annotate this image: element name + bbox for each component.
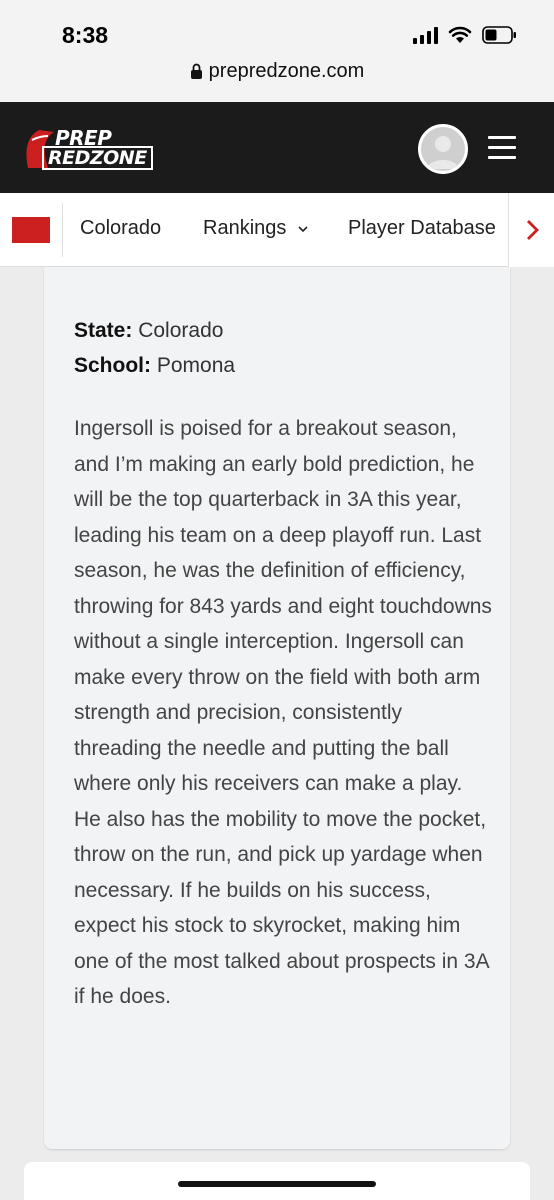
- nav-item-rankings-label: Rankings: [203, 217, 287, 239]
- section-nav: Colorado Rankings Player Database: [0, 193, 554, 267]
- player-description: Ingersoll is poised for a breakout seaso…: [74, 417, 492, 1008]
- home-indicator: [178, 1181, 376, 1187]
- nav-item-colorado[interactable]: Colorado: [80, 217, 161, 240]
- lock-icon: [190, 63, 202, 79]
- chevron-right-icon: [527, 220, 539, 240]
- battery-icon: [482, 26, 516, 44]
- cellular-signal-icon: [413, 26, 438, 44]
- logo-text-redzone: REDZONE: [42, 146, 153, 170]
- colorado-state-icon[interactable]: [12, 217, 50, 243]
- state-label: State:: [74, 319, 133, 342]
- status-icons: [413, 26, 518, 44]
- status-bar: 8:38: [0, 0, 554, 56]
- nav-item-player-database[interactable]: Player Database: [348, 217, 496, 240]
- user-avatar[interactable]: [418, 124, 468, 174]
- site-header: PREP REDZONE: [0, 102, 554, 193]
- school-label: School:: [74, 354, 151, 377]
- site-logo[interactable]: PREP REDZONE: [22, 126, 153, 172]
- url-text: prepredzone.com: [208, 60, 365, 82]
- player-profile-card: State: Colorado School: Pomona Ingersoll…: [44, 267, 510, 1149]
- school-row: School: Pomona: [74, 354, 235, 378]
- chevron-down-icon: [298, 226, 308, 232]
- hamburger-menu-icon[interactable]: [488, 136, 516, 160]
- nav-divider: [62, 203, 63, 257]
- state-row: State: Colorado: [74, 319, 223, 343]
- state-value: Colorado: [138, 319, 224, 342]
- user-icon: [427, 136, 459, 169]
- school-value: Pomona: [156, 354, 236, 377]
- status-time: 8:38: [62, 22, 109, 48]
- address-bar[interactable]: prepredzone.com: [0, 56, 554, 102]
- nav-item-rankings[interactable]: Rankings: [203, 217, 308, 240]
- wifi-icon: [448, 26, 472, 43]
- nav-scroll-right-button[interactable]: [508, 193, 554, 267]
